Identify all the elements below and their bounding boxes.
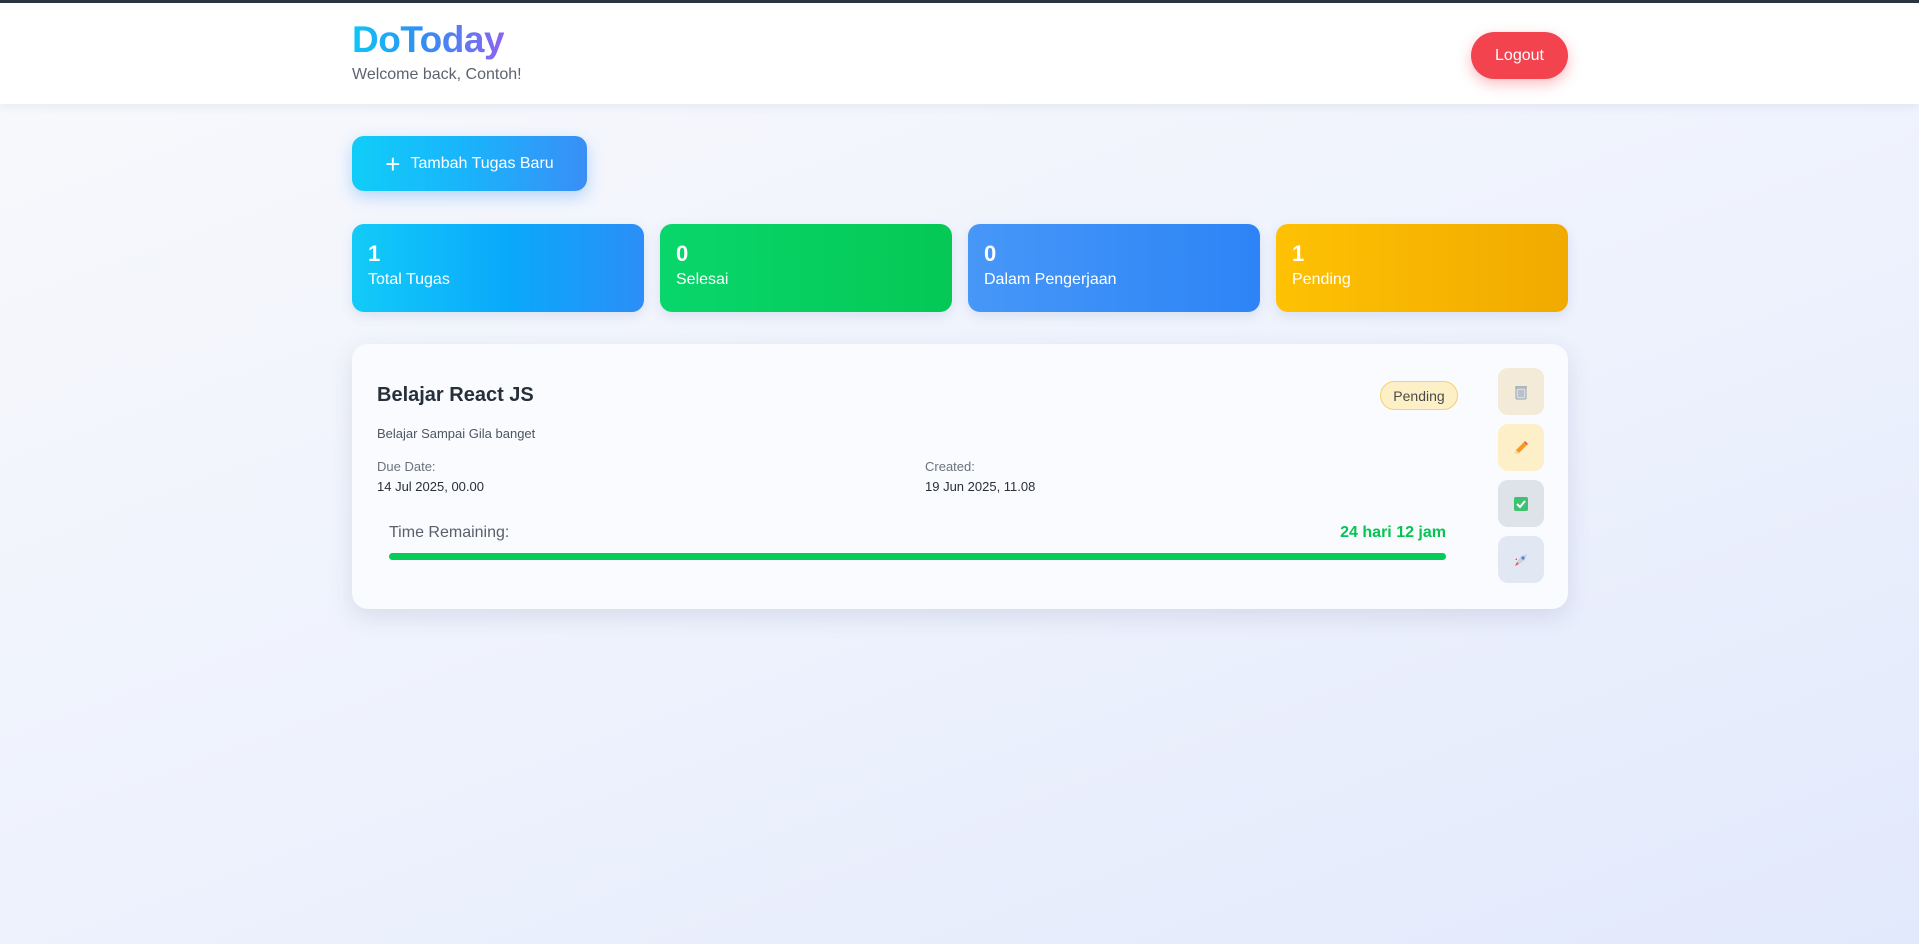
add-task-button[interactable]: + Tambah Tugas Baru [352,136,587,191]
task-card: Belajar React JS Pending Belajar Sampai … [352,344,1568,609]
stat-label: Dalam Pengerjaan [984,271,1117,288]
stat-value: 0 [676,241,689,266]
checkmark-icon [1514,496,1528,511]
welcome-message: Welcome back, Contoh! [352,66,522,83]
task-title: Belajar React JS [377,384,534,406]
task-description: Belajar Sampai Gila banget [377,426,536,441]
stat-card-in-progress: 0 Dalam Pengerjaan [968,224,1260,312]
app-header: DoToday Welcome back, Contoh! Logout [0,3,1919,104]
stat-value: 0 [984,241,997,266]
logout-button[interactable]: Logout [1471,32,1568,79]
time-remaining-label: Time Remaining: [389,524,510,541]
stat-card-pending: 1 Pending [1276,224,1568,312]
stat-card-total: 1 Total Tugas [352,224,644,312]
due-date-label: Due Date: [377,459,436,474]
start-task-button[interactable] [1498,536,1544,583]
complete-task-button[interactable] [1498,480,1544,527]
edit-task-button[interactable] [1498,424,1544,471]
stat-label: Total Tugas [368,271,450,288]
stat-card-done: 0 Selesai [660,224,952,312]
pencil-icon [1515,440,1528,454]
stat-value: 1 [1292,241,1305,266]
time-progress-fill [389,553,1446,560]
status-badge: Pending [1380,381,1458,410]
created-label: Created: [925,459,975,474]
rocket-icon [1515,553,1527,566]
add-task-label: Tambah Tugas Baru [410,154,554,172]
delete-task-button[interactable] [1498,368,1544,415]
stat-label: Pending [1292,271,1351,288]
stat-label: Selesai [676,271,729,288]
plus-icon: + [385,148,401,179]
time-remaining-value: 24 hari 12 jam [1340,524,1446,541]
created-value: 19 Jun 2025, 11.08 [925,479,1036,494]
time-progress-bar [389,553,1446,560]
trash-icon [1515,385,1527,399]
brand-logo: DoToday [352,19,505,60]
due-date-value: 14 Jul 2025, 00.00 [377,479,484,494]
stat-value: 1 [368,241,381,266]
